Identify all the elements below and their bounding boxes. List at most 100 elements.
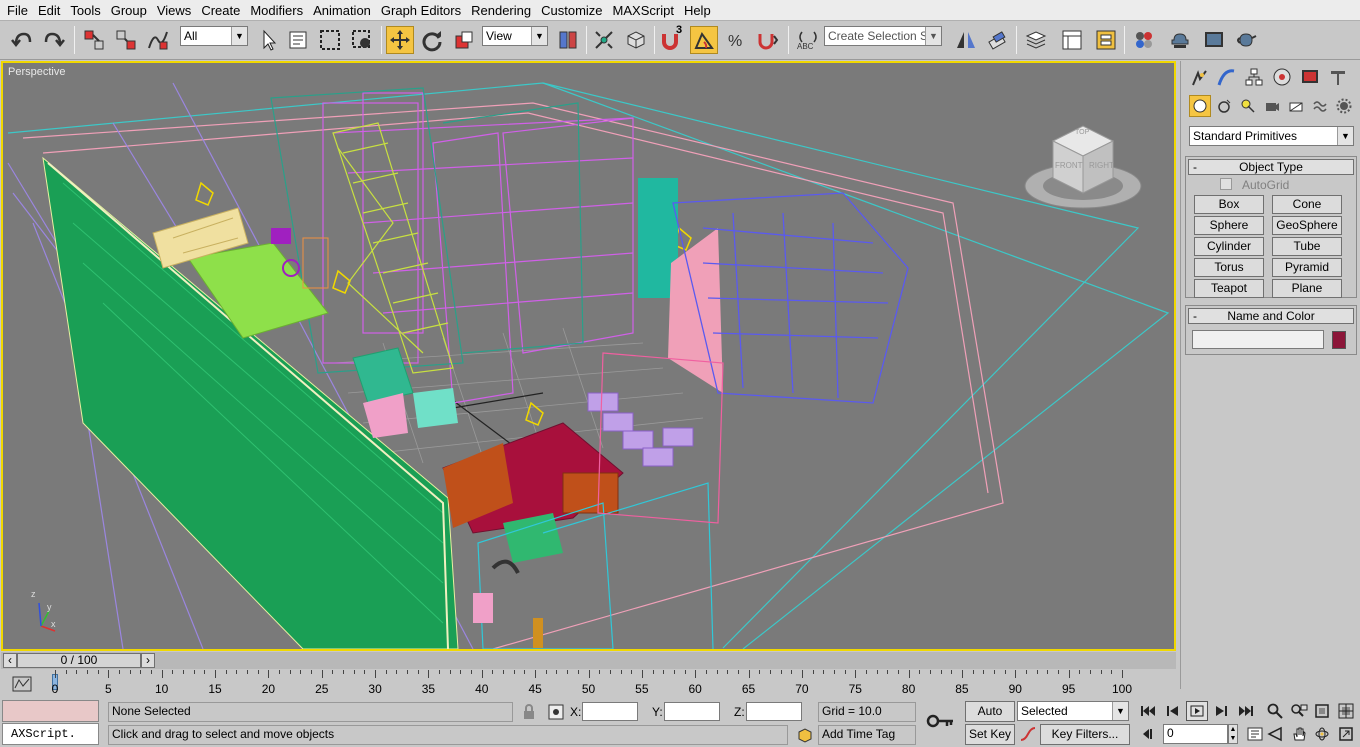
box-button[interactable]: Box [1194,195,1264,214]
selection-filter-dropdown[interactable]: All ▼ [180,26,248,46]
mini-curve-editor-button[interactable] [8,674,36,694]
menu-file[interactable]: File [0,0,33,21]
select-and-scale-button[interactable] [450,26,478,54]
layer-manager-button[interactable] [1022,26,1050,54]
cylinder-button[interactable]: Cylinder [1194,237,1264,256]
select-object-button[interactable] [254,26,282,54]
rendered-frame-window-button[interactable] [1200,26,1228,54]
track-bar[interactable]: 0 5 10 15 20 25 30 35 40 45 50 55 60 65 70 75 80 85 90 95 10… [0,670,1180,698]
shapes-category-button[interactable] [1213,95,1235,117]
menu-graph-editors[interactable]: Graph Editors [376,0,466,21]
autogrid-checkbox[interactable] [1220,178,1232,190]
maxscript-input[interactable]: AXScript. [2,723,99,745]
previous-frame-nav-button[interactable] [1163,701,1185,721]
undo-button[interactable] [8,26,36,54]
rectangular-selection-button[interactable] [316,26,344,54]
teapot-button[interactable]: Teapot [1194,279,1264,298]
keyboard-shortcut-override-button[interactable] [622,26,650,54]
set-key-button[interactable]: Set Key [965,724,1015,745]
angle-snap-toggle-button[interactable] [690,26,718,54]
object-color-swatch[interactable] [1332,331,1346,349]
select-and-move-button[interactable] [386,26,414,54]
add-time-tag[interactable]: Add Time Tag [818,725,916,745]
name-and-color-header[interactable]: - Name and Color [1188,308,1354,324]
space-warps-category-button[interactable] [1309,95,1331,117]
y-coordinate-field[interactable] [664,702,720,721]
align-button[interactable] [984,26,1012,54]
render-setup-button[interactable] [1166,26,1194,54]
tab-modify[interactable] [1213,64,1239,90]
percent-snap-toggle-button[interactable]: % [722,26,750,54]
menu-rendering[interactable]: Rendering [466,0,536,21]
key-mode-toggle-button[interactable] [1137,724,1159,744]
select-by-name-button[interactable] [284,26,312,54]
reference-coordinate-dropdown[interactable]: View ▼ [482,26,548,46]
menu-edit[interactable]: Edit [33,0,65,21]
time-slider-thumb[interactable]: 0 / 100 [17,653,141,668]
sphere-button[interactable]: Sphere [1194,216,1264,235]
render-production-button[interactable] [1232,26,1260,54]
material-editor-button[interactable] [1130,26,1158,54]
select-and-link-button[interactable] [80,26,108,54]
menu-views[interactable]: Views [152,0,196,21]
tab-utilities[interactable] [1325,64,1351,90]
z-coordinate-field[interactable] [746,702,802,721]
perspective-viewport[interactable]: Perspective x y z TOP FRONT RIGHT [1,61,1176,651]
next-frame-button[interactable]: › [141,653,155,668]
cameras-category-button[interactable] [1261,95,1283,117]
edit-named-selection-button[interactable]: ABC [794,26,822,54]
schematic-view-button[interactable] [1092,26,1120,54]
auto-key-button[interactable]: Auto Key [965,701,1015,737]
geosphere-button[interactable]: GeoSphere [1272,216,1342,235]
helpers-category-button[interactable] [1285,95,1307,117]
frame-spinner[interactable]: ▲ ▼ [1228,724,1238,744]
lights-category-button[interactable] [1237,95,1259,117]
object-category-dropdown[interactable]: Standard Primitives ▼ [1189,126,1354,146]
mirror-button[interactable] [952,26,980,54]
spinner-snap-toggle-button[interactable] [754,26,782,54]
key-mode-dropdown[interactable]: Selected ▼ [1017,701,1129,721]
curve-editor-button[interactable] [1058,26,1086,54]
object-name-field[interactable] [1192,330,1324,349]
tab-hierarchy[interactable] [1241,64,1267,90]
plane-button[interactable]: Plane [1272,279,1342,298]
torus-button[interactable]: Torus [1194,258,1264,277]
menu-help[interactable]: Help [679,0,716,21]
maxscript-listener-mini[interactable] [2,700,99,722]
time-configuration-button[interactable] [1244,724,1266,744]
next-frame-nav-button[interactable] [1209,701,1231,721]
go-to-start-button[interactable] [1137,701,1159,721]
use-pivot-center-button[interactable] [554,26,582,54]
orbit-button[interactable] [1311,724,1333,744]
play-button[interactable] [1186,701,1208,721]
selection-lock-toggle[interactable] [518,702,540,722]
zoom-all-button[interactable] [1288,701,1310,721]
unlink-selection-button[interactable] [112,26,140,54]
menu-group[interactable]: Group [106,0,152,21]
zoom-extents-button[interactable] [1311,701,1333,721]
systems-category-button[interactable] [1333,95,1355,117]
add-time-tag-icon-button[interactable] [794,725,816,745]
tube-button[interactable]: Tube [1272,237,1342,256]
named-selection-set-dropdown[interactable]: Create Selection Set ▼ [824,26,942,46]
zoom-extents-all-button[interactable] [1335,701,1357,721]
select-and-manipulate-button[interactable] [590,26,618,54]
tab-create[interactable] [1185,64,1211,90]
absolute-mode-toggle[interactable] [545,702,567,722]
pan-view-button[interactable] [1288,724,1310,744]
object-type-header[interactable]: - Object Type [1188,159,1354,175]
bind-space-warp-button[interactable] [144,26,172,54]
current-frame-field[interactable]: 0 [1163,724,1228,744]
geometry-category-button[interactable] [1189,95,1211,117]
previous-frame-button[interactable]: ‹ [3,653,17,668]
go-to-end-button[interactable] [1235,701,1257,721]
cone-button[interactable]: Cone [1272,195,1342,214]
key-filters-button[interactable]: Key Filters... [1040,724,1130,745]
default-tangent-button[interactable] [1017,724,1039,744]
menu-animation[interactable]: Animation [308,0,376,21]
tab-display[interactable] [1297,64,1323,90]
x-coordinate-field[interactable] [582,702,638,721]
menu-customize[interactable]: Customize [536,0,607,21]
viewcube[interactable]: TOP FRONT RIGHT [1023,121,1143,211]
select-and-rotate-button[interactable] [418,26,446,54]
